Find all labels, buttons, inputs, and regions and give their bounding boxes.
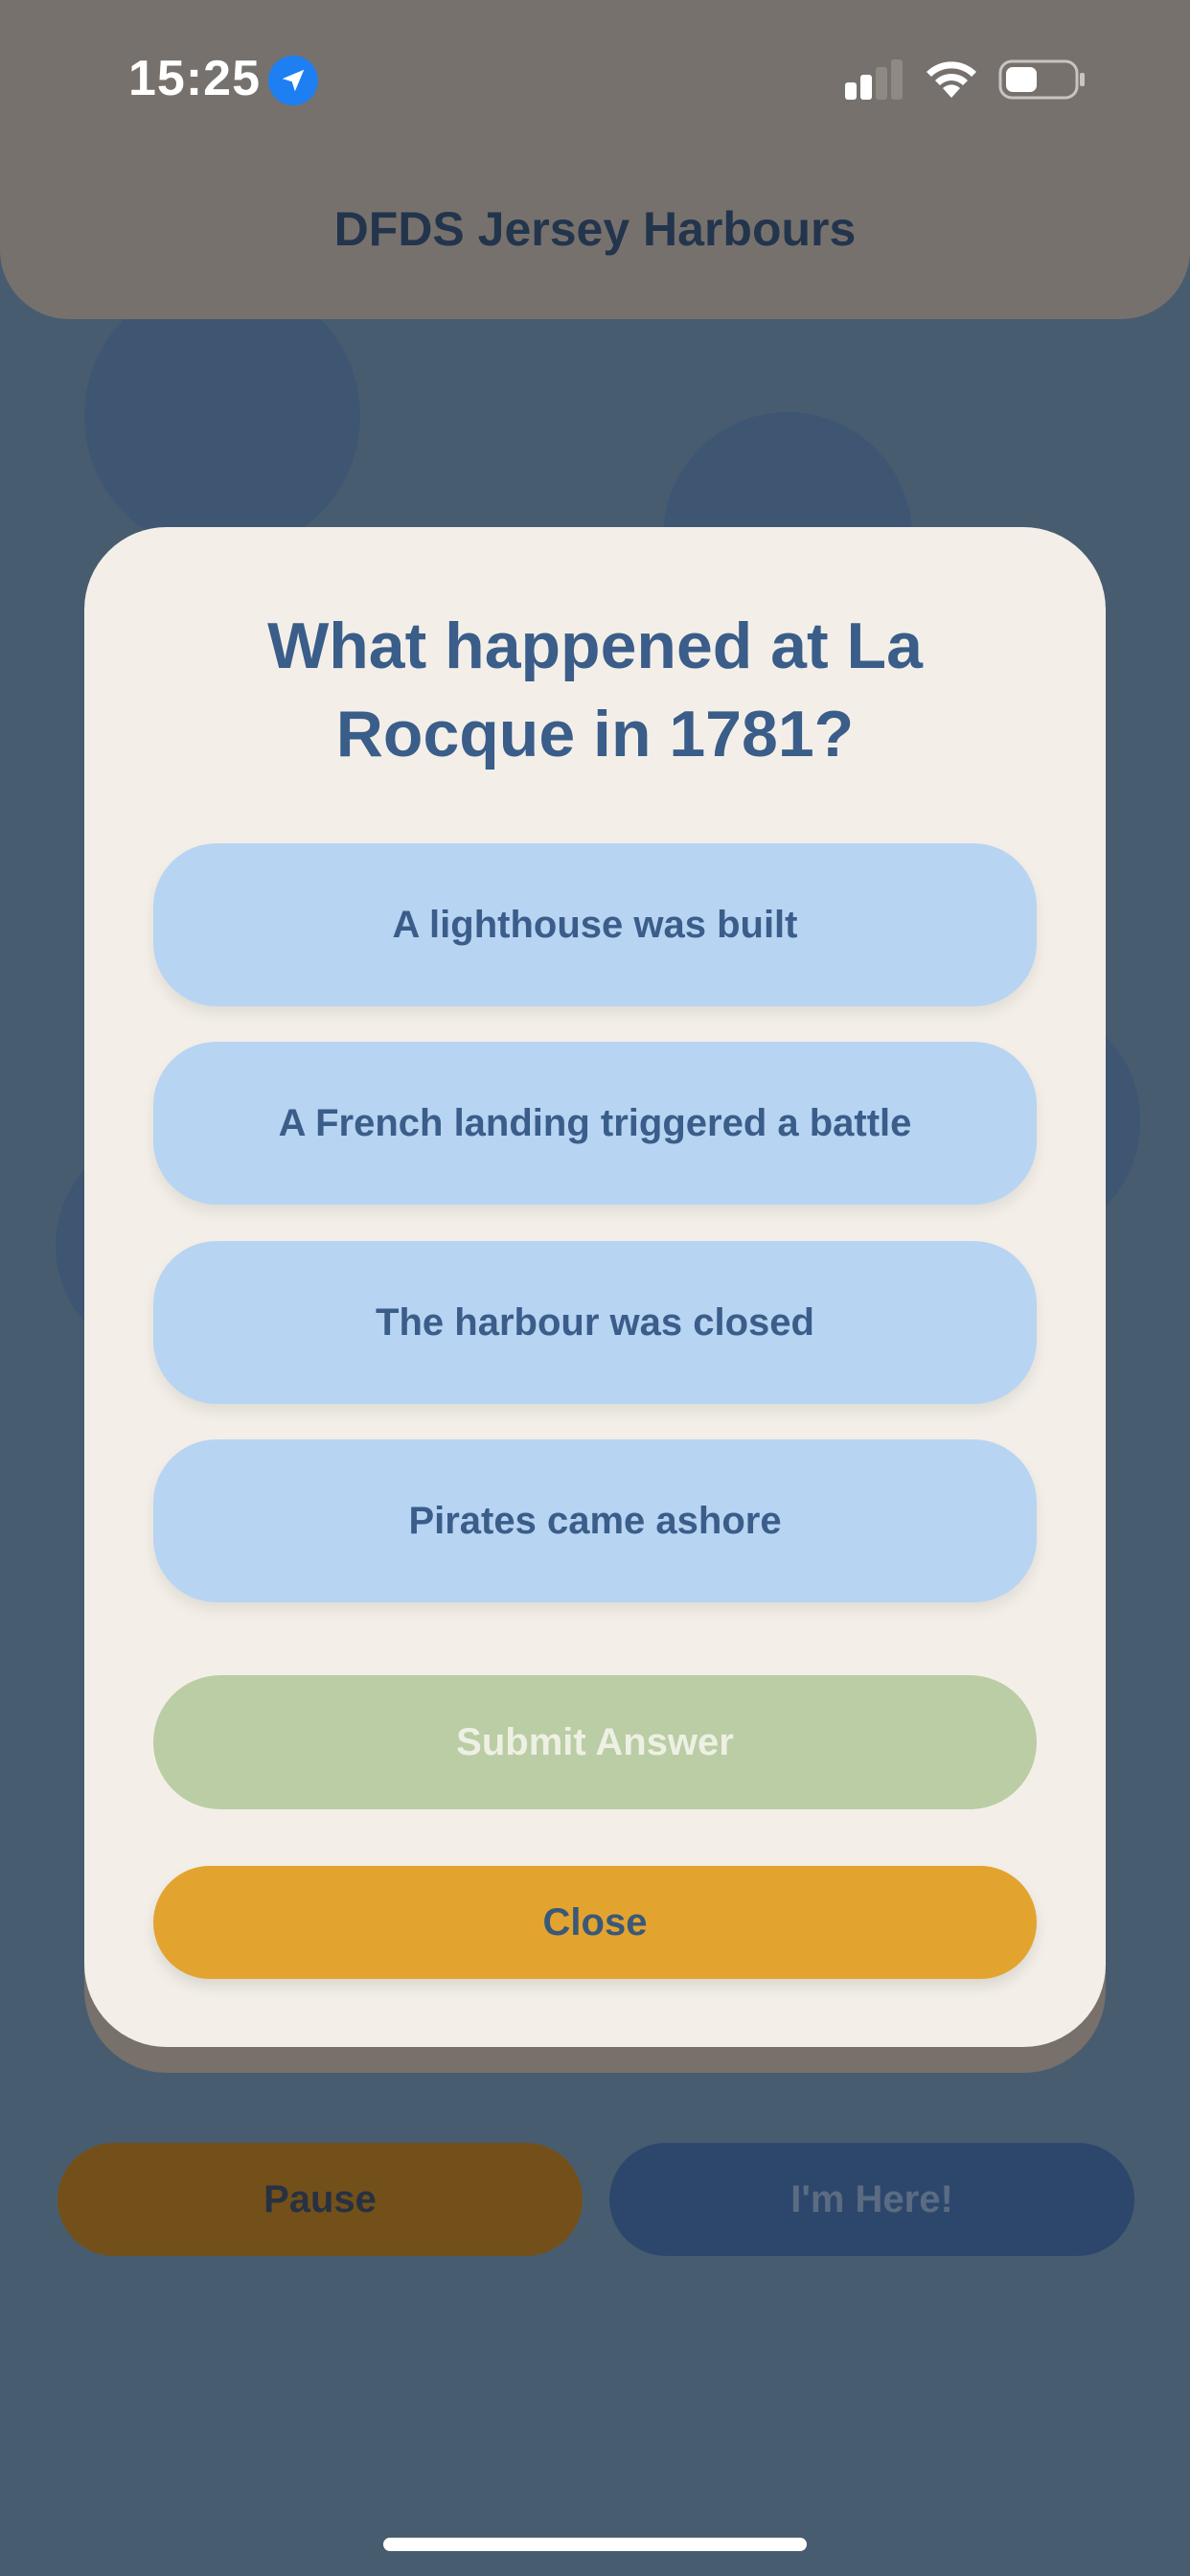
app-title: DFDS Jersey Harbours [333,202,857,256]
quiz-question: What happened at La Rocque in 1781? [267,610,923,770]
answer-option-3[interactable]: The harbour was closed [153,1241,1037,1404]
pause-button[interactable]: Pause [57,2143,583,2256]
home-indicator [383,2538,807,2551]
cellular-signal-icon [845,59,903,100]
wifi-icon [927,61,976,98]
answer-option-2[interactable]: A French landing triggered a battle [153,1042,1037,1205]
battery-icon [998,59,1085,100]
close-button[interactable]: Close [153,1866,1037,1979]
app-header: 15:25 DFDS Jersey Harbours [0,0,1190,319]
quiz-modal: What happened at La Rocque in 1781? A li… [84,527,1106,2047]
submit-answer-button[interactable]: Submit Answer [153,1675,1037,1809]
answer-option-1[interactable]: A lighthouse was built [153,843,1037,1006]
status-time: 15:25 [128,51,261,106]
decorative-bubble [84,278,360,554]
location-arrow-icon [268,56,318,105]
im-here-button[interactable]: I'm Here! [609,2143,1134,2256]
answer-option-4[interactable]: Pirates came ashore [153,1439,1037,1602]
